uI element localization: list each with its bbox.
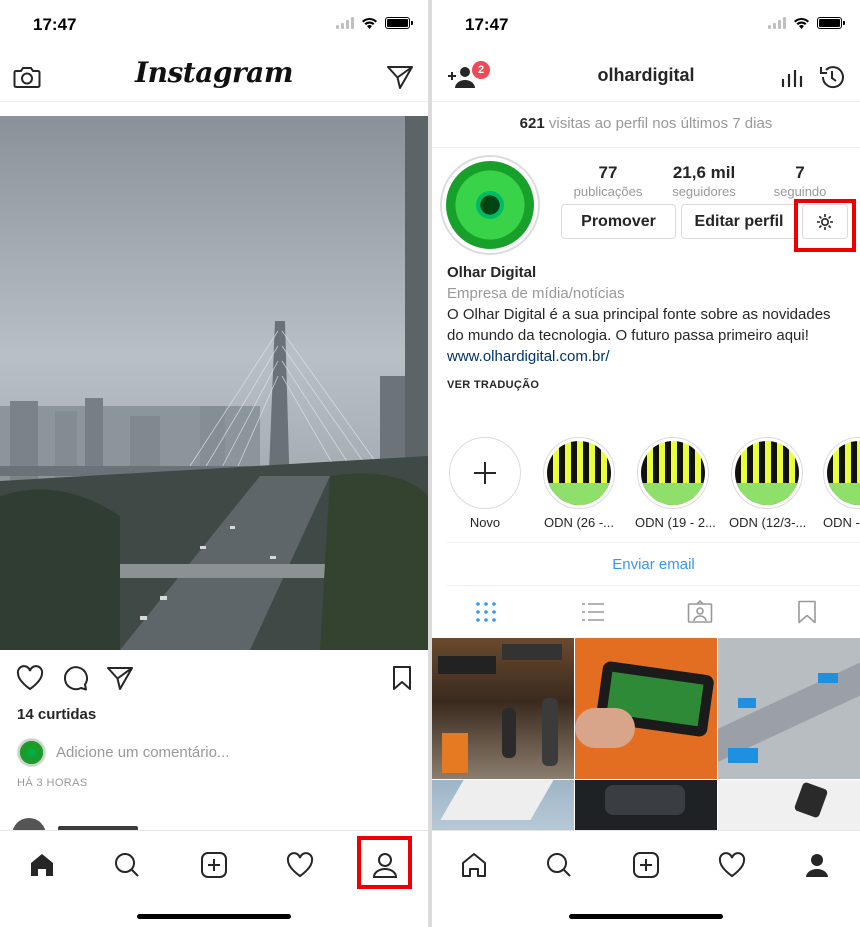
bottom-tab-bar <box>0 830 428 927</box>
feed-header: Instagram <box>0 50 428 102</box>
profile-bio: Olhar Digital Empresa de mídia/notícias … <box>447 262 847 396</box>
gear-icon <box>817 213 833 230</box>
stat-number: 77 <box>598 163 618 182</box>
profile-icon[interactable] <box>365 845 405 885</box>
stat-followers[interactable]: 21,6 mil seguidores <box>656 163 752 199</box>
highlight-cover <box>641 441 705 505</box>
saved-bookmark-icon[interactable] <box>793 598 821 626</box>
post-thumbnail[interactable] <box>718 638 860 779</box>
activity-heart-icon[interactable] <box>280 845 320 885</box>
list-view-icon[interactable] <box>579 598 607 626</box>
post-timestamp: HÁ 3 HORAS <box>17 777 88 789</box>
bottom-tab-bar <box>432 830 860 927</box>
highlight-label: ODN (19 - 2... <box>635 515 716 530</box>
tagged-photos-icon[interactable] <box>686 598 714 626</box>
visits-count: 621 <box>519 115 545 132</box>
direct-message-icon[interactable] <box>384 61 416 93</box>
highlight-new[interactable]: Novo <box>447 437 523 530</box>
likes-count[interactable]: 14 curtidas <box>17 706 96 723</box>
profile-icon[interactable] <box>797 845 837 885</box>
promote-button[interactable]: Promover <box>561 204 676 239</box>
archive-history-icon[interactable] <box>816 61 848 93</box>
stat-label: seguindo <box>773 184 827 199</box>
highlight-label: ODN - <box>823 515 860 530</box>
post-thumbnail[interactable] <box>432 638 574 779</box>
see-translation-link[interactable]: VER TRADUÇÃO <box>447 375 847 396</box>
visits-text: visitas ao perfil nos últimos 7 dias <box>548 115 773 132</box>
wifi-icon <box>794 17 809 29</box>
highlight-story[interactable]: ODN (19 - 2... <box>635 437 716 530</box>
status-bar: 17:47 <box>0 0 428 50</box>
home-icon[interactable] <box>22 845 62 885</box>
status-icons <box>336 17 413 29</box>
like-heart-icon[interactable] <box>14 662 46 694</box>
new-post-icon[interactable] <box>194 845 234 885</box>
settings-gear-button[interactable] <box>802 204 848 239</box>
profile-avatar[interactable] <box>440 155 540 255</box>
profile-screen: 17:47 2 olhardigital 621 visitas ao perf… <box>432 0 860 927</box>
stat-label: seguidores <box>672 184 736 199</box>
highlight-cover <box>827 441 860 505</box>
highlight-label: Novo <box>469 515 501 530</box>
comment-icon[interactable] <box>59 662 91 694</box>
instagram-logo: Instagram <box>135 56 293 89</box>
new-post-icon[interactable] <box>626 845 666 885</box>
bio-description: O Olhar Digital é a sua principal fonte … <box>447 306 831 344</box>
highlight-cover <box>735 441 799 505</box>
save-bookmark-icon[interactable] <box>386 662 418 694</box>
stat-posts[interactable]: 77 publicações <box>560 163 656 199</box>
cellular-signal-icon <box>336 17 354 29</box>
wifi-icon <box>362 17 377 29</box>
post-photo[interactable] <box>0 116 428 650</box>
bio-name: Olhar Digital <box>447 264 537 281</box>
avatar <box>17 738 46 767</box>
home-icon[interactable] <box>454 845 494 885</box>
send-email-button[interactable]: Enviar email <box>447 542 860 586</box>
highlight-story[interactable]: ODN (26 -... <box>541 437 617 530</box>
home-indicator <box>137 914 291 919</box>
highlight-label: ODN (12/3-... <box>729 515 807 530</box>
comment-input-placeholder[interactable]: Adicione um comentário... <box>56 744 229 761</box>
battery-icon <box>385 17 413 29</box>
stat-label: publicações <box>573 184 643 199</box>
home-indicator <box>569 914 723 919</box>
activity-heart-icon[interactable] <box>712 845 752 885</box>
add-comment-row[interactable]: Adicione um comentário... <box>17 738 229 767</box>
profile-header: 2 olhardigital <box>432 50 860 102</box>
highlight-label: ODN (26 -... <box>543 515 615 530</box>
share-icon[interactable] <box>104 662 136 694</box>
status-time: 17:47 <box>33 15 77 34</box>
status-bar: 17:47 <box>432 0 860 50</box>
post-thumbnail[interactable] <box>575 638 717 779</box>
bio-link[interactable]: www.olhardigital.com.br/ <box>447 346 847 367</box>
stat-number: 7 <box>795 163 805 182</box>
stat-number: 21,6 mil <box>672 163 736 182</box>
profile-view-tabs <box>432 586 860 638</box>
highlight-cover <box>547 441 611 505</box>
stat-following[interactable]: 7 seguindo <box>752 163 848 199</box>
search-icon[interactable] <box>539 845 579 885</box>
cellular-signal-icon <box>768 17 786 29</box>
plus-icon <box>474 462 496 484</box>
highlight-story[interactable]: ODN (12/3-... <box>729 437 807 530</box>
status-icons <box>768 17 845 29</box>
feed-screen: 17:47 Instagram 14 curtidas Adicione um … <box>0 0 428 927</box>
status-time: 17:47 <box>465 15 509 34</box>
insights-icon[interactable] <box>776 61 808 93</box>
highlight-story[interactable]: ODN - <box>823 437 860 530</box>
grid-view-icon[interactable] <box>472 598 500 626</box>
search-icon[interactable] <box>107 845 147 885</box>
post-actions <box>0 662 428 696</box>
profile-visits-banner[interactable]: 621 visitas ao perfil nos últimos 7 dias <box>432 102 860 148</box>
bio-category: Empresa de mídia/notícias <box>447 285 625 302</box>
edit-profile-button[interactable]: Editar perfil <box>681 204 797 239</box>
battery-icon <box>817 17 845 29</box>
